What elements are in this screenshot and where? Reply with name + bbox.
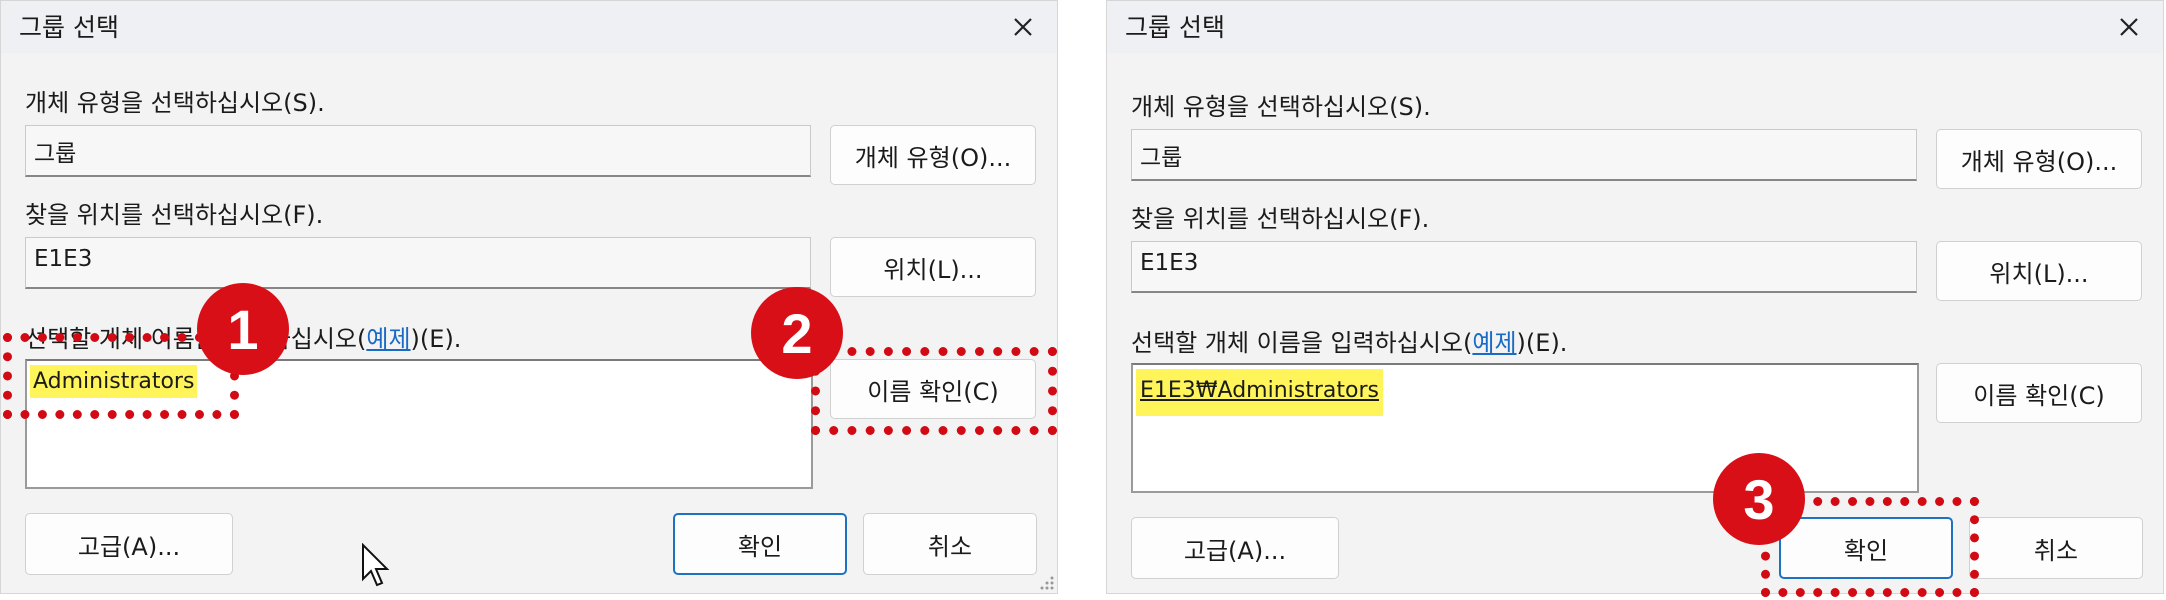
object-type-value: 그룹 xyxy=(34,141,77,167)
location-value: E1E3 xyxy=(34,246,93,272)
cancel-button[interactable]: 취소 xyxy=(1969,517,2143,579)
ok-button[interactable]: 확인 xyxy=(673,513,847,575)
object-type-field: 그룹 xyxy=(1131,129,1917,181)
locations-button[interactable]: 위치(L)... xyxy=(1936,241,2142,301)
close-icon[interactable] xyxy=(2109,7,2149,47)
title-bar: 그룹 선택 xyxy=(1,1,1057,53)
examples-link[interactable]: 예제 xyxy=(366,325,410,353)
location-label: 찾을 위치를 선택하십시오(F). xyxy=(25,201,324,229)
advanced-button[interactable]: 고급(A)... xyxy=(25,513,233,575)
object-names-label: 선택할 개체 이름을 입력하십시오(예제)(E). xyxy=(1131,329,1568,357)
object-type-label: 개체 유형을 선택하십시오(S). xyxy=(1131,93,1431,121)
object-types-button[interactable]: 개체 유형(O)... xyxy=(1936,129,2142,189)
annotation-box-check-names xyxy=(811,347,1057,435)
dialog-title: 그룹 선택 xyxy=(19,13,119,42)
location-value: E1E3 xyxy=(1140,250,1199,276)
select-group-dialog-after: 그룹 선택 개체 유형을 선택하십시오(S). 그룹 개체 유형(O)... 찾… xyxy=(1106,0,2164,597)
location-field: E1E3 xyxy=(25,237,811,289)
dialog-title: 그룹 선택 xyxy=(1125,13,1225,42)
location-field: E1E3 xyxy=(1131,241,1917,293)
step-badge-1: 1 xyxy=(197,283,289,375)
mouse-cursor-icon xyxy=(362,543,390,587)
title-bar: 그룹 선택 xyxy=(1107,1,2163,53)
resize-grip-icon[interactable] xyxy=(1037,573,1055,591)
object-names-textarea[interactable]: E1E3₩Administrators xyxy=(1131,363,1919,493)
object-names-value: E1E3₩Administrators xyxy=(1136,369,1383,416)
object-types-button[interactable]: 개체 유형(O)... xyxy=(830,125,1036,185)
object-type-value: 그룹 xyxy=(1140,145,1183,171)
select-group-dialog-before: 그룹 선택 개체 유형을 선택하십시오(S). 그룹 개체 유형(O)... 찾… xyxy=(0,0,1058,594)
object-type-field: 그룹 xyxy=(25,125,811,177)
object-type-label: 개체 유형을 선택하십시오(S). xyxy=(25,89,325,117)
close-icon[interactable] xyxy=(1003,7,1043,47)
cancel-button[interactable]: 취소 xyxy=(863,513,1037,575)
advanced-button[interactable]: 고급(A)... xyxy=(1131,517,1339,579)
locations-button[interactable]: 위치(L)... xyxy=(830,237,1036,297)
examples-link[interactable]: 예제 xyxy=(1472,329,1516,357)
location-label: 찾을 위치를 선택하십시오(F). xyxy=(1131,205,1430,233)
step-badge-3: 3 xyxy=(1713,453,1805,545)
step-badge-2: 2 xyxy=(751,287,843,379)
check-names-button[interactable]: 이름 확인(C) xyxy=(1936,363,2142,423)
